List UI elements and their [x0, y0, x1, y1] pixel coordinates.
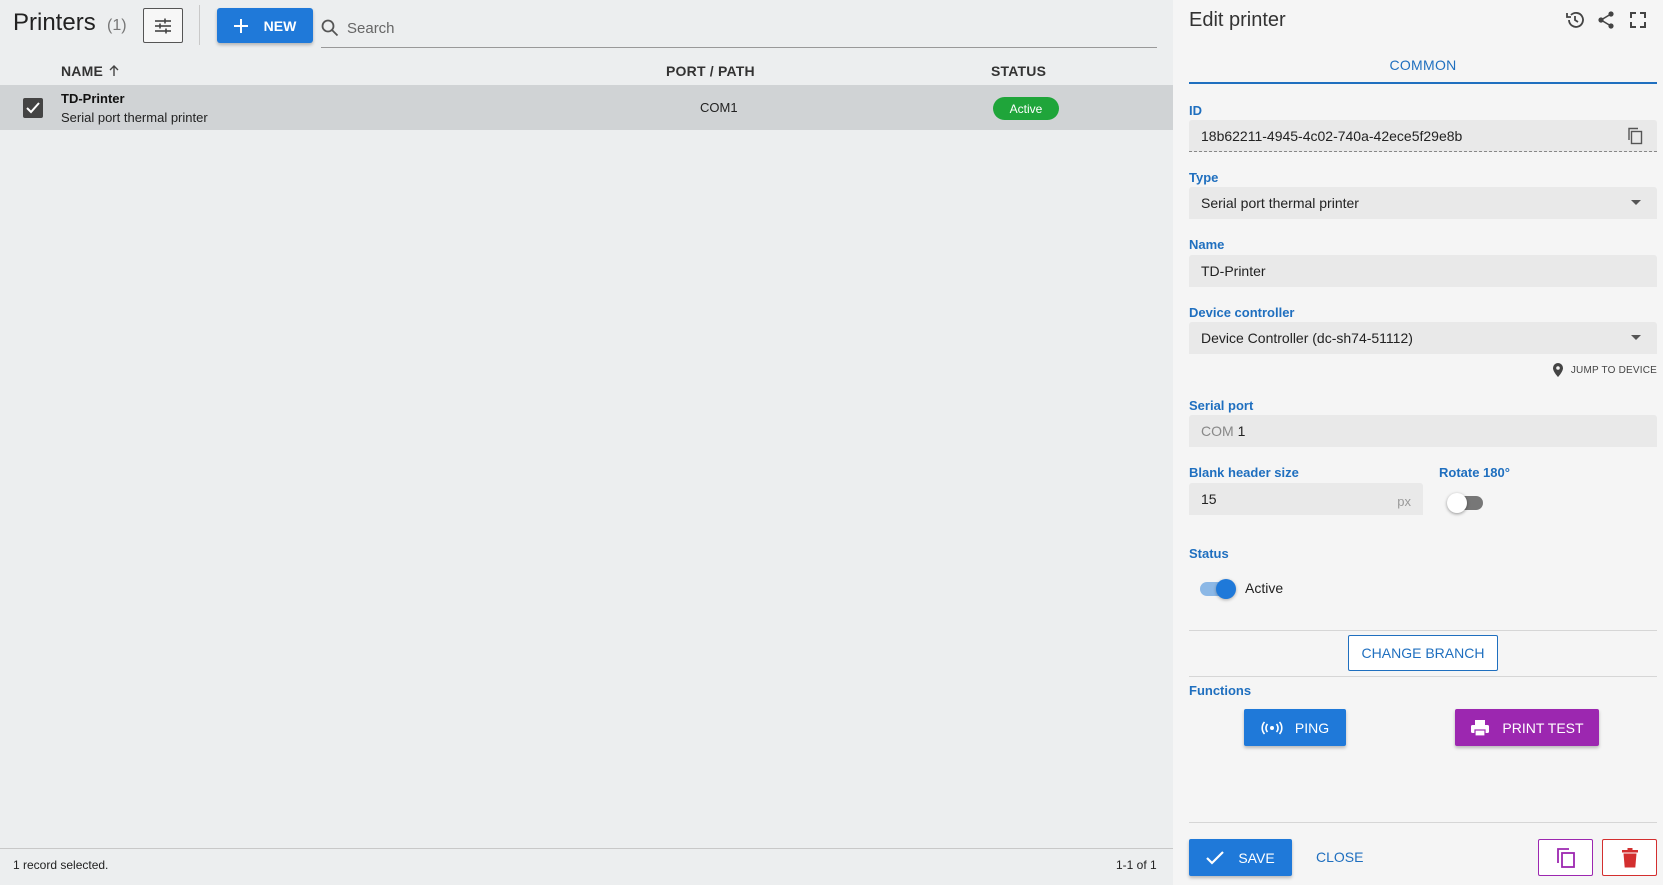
jump-to-device-label: JUMP TO DEVICE — [1570, 364, 1657, 376]
printer-list-panel: Printers (1) NEW NAME PORT / PATH STATUS… — [0, 0, 1173, 885]
divider — [1189, 822, 1657, 823]
share-icon[interactable] — [1596, 10, 1616, 30]
blank-header-label: Blank header size — [1189, 465, 1299, 480]
device-controller-select[interactable]: Device Controller (dc-sh74-51112) — [1189, 322, 1657, 354]
status-toggle-label: Active — [1245, 580, 1284, 596]
divider — [1189, 630, 1657, 631]
close-button[interactable]: CLOSE — [1316, 849, 1363, 865]
history-icon[interactable] — [1565, 10, 1585, 30]
column-header-name[interactable]: NAME — [61, 63, 119, 79]
location-pin-icon — [1552, 363, 1563, 377]
name-field[interactable]: TD-Printer — [1189, 255, 1657, 287]
record-count: (1) — [107, 17, 127, 34]
printer-description: Serial port thermal printer — [61, 110, 208, 125]
type-value: Serial port thermal printer — [1201, 195, 1359, 211]
blank-header-field[interactable]: 15 px — [1189, 483, 1423, 515]
save-button[interactable]: SAVE — [1189, 839, 1292, 876]
ping-button[interactable]: PING — [1244, 709, 1346, 746]
chevron-down-icon — [1631, 335, 1641, 340]
device-controller-value: Device Controller (dc-sh74-51112) — [1201, 330, 1413, 346]
row-checkbox[interactable] — [23, 98, 43, 118]
search-input[interactable] — [347, 19, 1107, 37]
trash-icon — [1621, 847, 1638, 867]
print-test-button[interactable]: PRINT TEST — [1455, 709, 1599, 746]
tab-common[interactable]: COMMON — [1189, 47, 1657, 84]
column-header-name-label: NAME — [61, 63, 104, 79]
name-label: Name — [1189, 237, 1225, 252]
sort-arrow-icon — [109, 65, 119, 76]
search-icon — [321, 19, 339, 37]
toolbar-divider — [199, 5, 200, 45]
id-value: 18b62211-4945-4c02-740a-42ece5f29e8b — [1201, 127, 1463, 144]
printer-icon — [1471, 719, 1490, 737]
printer-name: TD-Printer — [61, 91, 125, 106]
status-label: Status — [1189, 546, 1229, 561]
blank-header-unit: px — [1397, 494, 1411, 509]
ping-icon — [1261, 720, 1283, 735]
rotate-toggle[interactable] — [1447, 493, 1483, 513]
blank-header-value: 15 — [1201, 491, 1217, 507]
footer-divider — [0, 848, 1173, 849]
ping-button-label: PING — [1294, 719, 1330, 736]
serial-port-field[interactable]: COM 1 — [1189, 415, 1657, 447]
page-title: Printers — [13, 9, 96, 36]
new-button-label: NEW — [263, 17, 297, 34]
status-badge: Active — [993, 97, 1059, 120]
type-label: Type — [1189, 170, 1219, 185]
delete-button[interactable] — [1602, 839, 1657, 876]
name-value: TD-Printer — [1201, 263, 1266, 279]
device-controller-label: Device controller — [1189, 305, 1295, 320]
column-header-status[interactable]: STATUS — [991, 63, 1046, 79]
printer-port: COM1 — [700, 100, 738, 115]
check-icon — [26, 102, 40, 114]
check-icon — [1206, 850, 1225, 865]
functions-label: Functions — [1189, 683, 1252, 698]
plus-icon — [233, 18, 248, 33]
search-bar[interactable] — [321, 9, 1157, 48]
id-field: 18b62211-4945-4c02-740a-42ece5f29e8b — [1189, 120, 1657, 152]
copy-icon[interactable] — [1627, 127, 1643, 145]
id-label: ID — [1189, 103, 1202, 118]
rotate-label: Rotate 180° — [1439, 465, 1510, 480]
serial-port-value: 1 — [1237, 423, 1246, 439]
table-row[interactable]: TD-Printer Serial port thermal printer C… — [0, 85, 1173, 130]
duplicate-button[interactable] — [1538, 839, 1593, 876]
pagination-info: 1-1 of 1 — [1116, 858, 1157, 872]
print-test-label: PRINT TEST — [1502, 719, 1584, 736]
edit-panel-title: Edit printer — [1189, 9, 1286, 31]
filter-icon — [155, 18, 171, 33]
serial-port-prefix: COM — [1201, 423, 1234, 439]
duplicate-icon — [1556, 847, 1575, 868]
new-button[interactable]: NEW — [217, 8, 313, 43]
selection-status: 1 record selected. — [13, 858, 109, 872]
jump-to-device-link[interactable]: JUMP TO DEVICE — [1552, 363, 1657, 377]
type-select[interactable]: Serial port thermal printer — [1189, 187, 1657, 219]
column-header-port[interactable]: PORT / PATH — [666, 63, 755, 79]
save-button-label: SAVE — [1238, 849, 1275, 866]
edit-printer-panel: Edit printer COMMON ID 18b62211-4945-4c0… — [1173, 0, 1663, 885]
change-branch-button[interactable]: CHANGE BRANCH — [1348, 635, 1498, 671]
status-toggle[interactable] — [1200, 579, 1236, 599]
fullscreen-icon[interactable] — [1628, 10, 1648, 30]
chevron-down-icon — [1631, 200, 1641, 205]
filter-button[interactable] — [143, 8, 183, 43]
serial-port-label: Serial port — [1189, 398, 1254, 413]
divider — [1189, 676, 1657, 677]
